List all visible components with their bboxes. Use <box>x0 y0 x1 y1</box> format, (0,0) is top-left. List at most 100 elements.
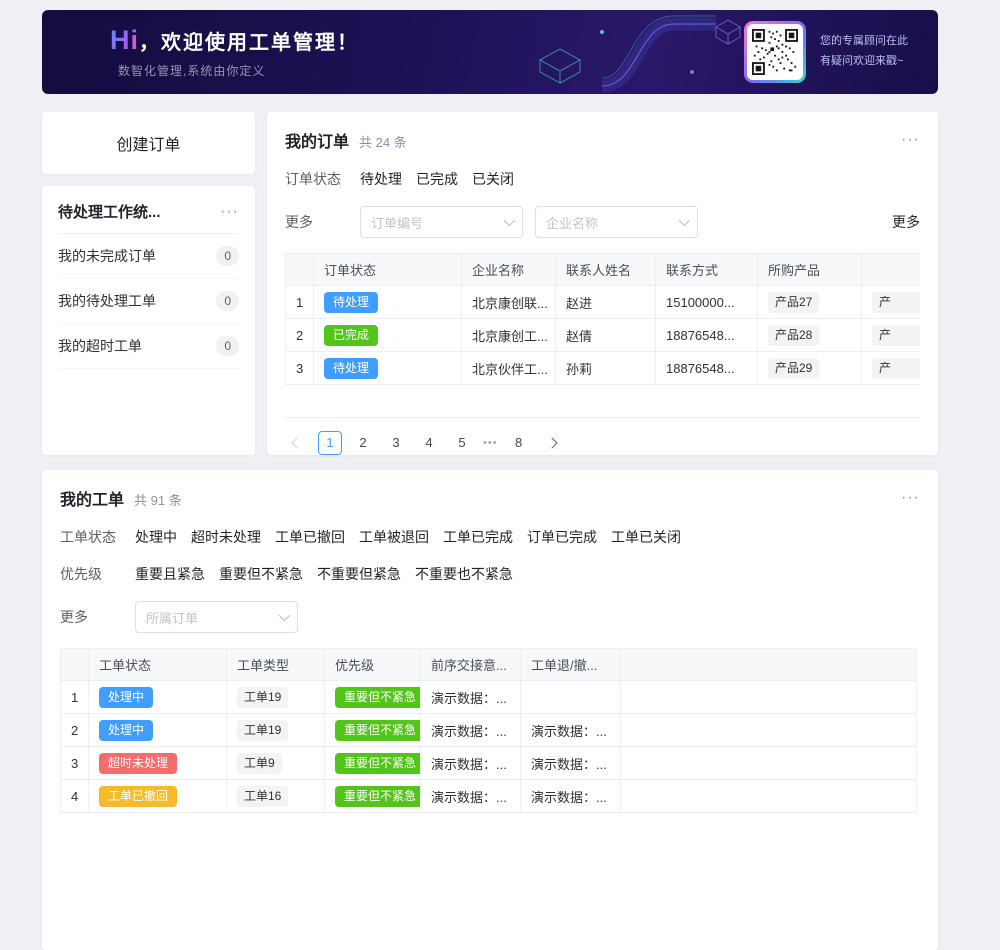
handover-cell: 演示数据：... <box>421 681 521 714</box>
workorder-status-badge: 工单已撤回 <box>99 786 177 807</box>
stat-count-badge: 0 <box>216 291 239 311</box>
workorder-type-tag: 工单19 <box>237 720 288 741</box>
workorder-status-badge: 超时未处理 <box>99 753 177 774</box>
wo-status-order-done[interactable]: 订单已完成 <box>527 527 597 547</box>
orders-table: 订单状态 企业名称 联系人姓名 联系方式 所购产品 1 待处理 北京康创联.. <box>285 253 920 385</box>
order-row[interactable]: 3 待处理 北京伙伴工... 孙莉 18876548... 产品29 产 <box>286 352 921 385</box>
workorder-row[interactable]: 2 处理中 工单19 重要但不紧急 演示数据：... 演示数据：... <box>61 714 917 747</box>
product-tag: 产品27 <box>768 292 819 313</box>
order-status-badge: 待处理 <box>324 358 378 379</box>
order-status-option-closed[interactable]: 已关闭 <box>472 169 514 189</box>
handover-cell: 演示数据：... <box>421 780 521 813</box>
priority-not-important-not-urgent[interactable]: 不重要也不紧急 <box>415 564 513 584</box>
wo-status-returned[interactable]: 工单被退回 <box>359 527 429 547</box>
workorder-status-filter-label: 工单状态 <box>60 527 135 547</box>
left-sidebar: 创建订单 待处理工作统... ··· 我的未完成订单 0 我的待处理工单 0 我… <box>42 112 255 455</box>
pagination-next-icon[interactable] <box>540 431 564 455</box>
company-cell: 北京伙伴工... <box>462 352 556 385</box>
orders-table-header-row: 订单状态 企业名称 联系人姓名 联系方式 所购产品 <box>286 254 921 286</box>
withdraw-cell: 演示数据：... <box>521 747 621 780</box>
order-row[interactable]: 2 已完成 北京康创工... 赵倩 18876548... 产品28 产 <box>286 319 921 352</box>
pagination-page-5[interactable]: 5 <box>450 431 474 455</box>
pagination-page-4[interactable]: 4 <box>417 431 441 455</box>
banner-consultant-block: 您的专属顾问在此 有疑问欢迎来戳~ <box>744 21 908 83</box>
wo-status-processing[interactable]: 处理中 <box>135 527 177 547</box>
col-wo-status: 工单状态 <box>89 649 227 681</box>
workorder-row[interactable]: 3 超时未处理 工单9 重要但不紧急 演示数据：... 演示数据：... <box>61 747 917 780</box>
wo-status-closed[interactable]: 工单已关闭 <box>611 527 681 547</box>
consultant-text-line2: 有疑问欢迎来戳~ <box>820 52 908 72</box>
priority-important-urgent[interactable]: 重要且紧急 <box>135 564 205 584</box>
contact-cell: 孙莉 <box>556 352 656 385</box>
col-wo-withdraw: 工单退/撤... <box>521 649 621 681</box>
phone-cell: 18876548... <box>656 319 758 352</box>
create-order-button[interactable]: 创建订单 <box>42 112 255 174</box>
pagination-prev-icon[interactable] <box>285 431 309 455</box>
banner-subtitle: 数智化管理,系统由你定义 <box>118 62 359 79</box>
priority-badge: 重要但不紧急 <box>335 786 421 807</box>
withdraw-cell: 演示数据：... <box>521 714 621 747</box>
parent-order-select[interactable]: 所属订单 <box>135 601 298 633</box>
orders-more-icon[interactable]: ··· <box>901 132 920 148</box>
orders-more-filter-row: 更多 订单编号 企业名称 更多 <box>285 206 920 238</box>
stat-unfinished-orders[interactable]: 我的未完成订单 0 <box>58 234 239 279</box>
orders-more-link[interactable]: 更多 <box>892 212 920 232</box>
workorders-more-filter-row: 更多 所属订单 <box>60 601 920 633</box>
workorders-table-header-row: 工单状态 工单类型 优先级 前序交接意... 工单退/撤... <box>61 649 917 681</box>
priority-filter-row: 优先级 重要且紧急 重要但不紧急 不重要但紧急 不重要也不紧急 <box>60 564 920 584</box>
stat-count-badge: 0 <box>216 336 239 356</box>
priority-not-important-urgent[interactable]: 不重要但紧急 <box>317 564 401 584</box>
product-tag: 产品29 <box>768 358 819 379</box>
pagination-page-1[interactable]: 1 <box>318 431 342 455</box>
pagination-page-3[interactable]: 3 <box>384 431 408 455</box>
workorder-row[interactable]: 1 处理中 工单19 重要但不紧急 演示数据：... <box>61 681 917 714</box>
pagination-page-2[interactable]: 2 <box>351 431 375 455</box>
orders-panel-title: 我的订单 <box>285 128 349 152</box>
create-order-label: 创建订单 <box>116 131 180 155</box>
my-workorders-panel: 我的工单 共 91 条 ··· 工单状态 处理中 超时未处理 工单已撤回 工单被… <box>42 470 938 950</box>
workorders-more-icon[interactable]: ··· <box>901 490 920 506</box>
phone-cell: 18876548... <box>656 352 758 385</box>
col-products: 所购产品 <box>758 254 862 286</box>
product-tag: 产品28 <box>768 325 819 346</box>
workorder-status-badge: 处理中 <box>99 720 153 741</box>
orders-table-empty-area <box>285 385 920 418</box>
workorder-row[interactable]: 4 工单已撤回 工单16 重要但不紧急 演示数据：... 演示数据：... <box>61 780 917 813</box>
workorders-more-filter-label: 更多 <box>60 607 135 627</box>
col-contact: 联系人姓名 <box>556 254 656 286</box>
page: Hi ，欢迎使用工单管理！ 数智化管理,系统由你定义 <box>0 0 1000 950</box>
banner-title: Hi ，欢迎使用工单管理！ <box>110 25 359 56</box>
priority-important-not-urgent[interactable]: 重要但不紧急 <box>219 564 303 584</box>
withdraw-cell: 演示数据：... <box>521 780 621 813</box>
pagination-more-icon[interactable]: ••• <box>483 437 498 449</box>
handover-cell: 演示数据：... <box>421 747 521 780</box>
order-status-option-done[interactable]: 已完成 <box>416 169 458 189</box>
workorder-type-tag: 工单19 <box>237 687 288 708</box>
my-orders-panel: 我的订单 共 24 条 ··· 订单状态 待处理 已完成 已关闭 更多 订单编号… <box>267 112 938 455</box>
order-status-filter-label: 订单状态 <box>285 169 360 189</box>
handover-cell: 演示数据：... <box>421 714 521 747</box>
workorders-count: 共 91 条 <box>134 490 182 509</box>
stat-count-badge: 0 <box>216 246 239 266</box>
order-status-badge: 待处理 <box>324 292 378 313</box>
wo-status-withdrawn[interactable]: 工单已撤回 <box>275 527 345 547</box>
pagination-page-last[interactable]: 8 <box>507 431 531 455</box>
stat-pending-workorders[interactable]: 我的待处理工单 0 <box>58 279 239 324</box>
orders-pagination: 1 2 3 4 5 ••• 8 <box>285 431 920 455</box>
order-row[interactable]: 1 待处理 北京康创联... 赵进 15100000... 产品27 产 <box>286 286 921 319</box>
workorder-status-badge: 处理中 <box>99 687 153 708</box>
wo-status-overtime[interactable]: 超时未处理 <box>191 527 261 547</box>
stat-overtime-workorders[interactable]: 我的超时工单 0 <box>58 324 239 369</box>
order-number-select[interactable]: 订单编号 <box>360 206 523 238</box>
order-status-option-pending[interactable]: 待处理 <box>360 169 402 189</box>
wo-status-done[interactable]: 工单已完成 <box>443 527 513 547</box>
parent-order-placeholder: 所属订单 <box>146 608 198 627</box>
banner-text-block: Hi ，欢迎使用工单管理！ 数智化管理,系统由你定义 <box>110 25 359 79</box>
col-wo-priority: 优先级 <box>325 649 421 681</box>
chevron-down-icon <box>679 215 690 226</box>
stats-more-icon[interactable]: ··· <box>220 204 239 220</box>
priority-badge: 重要但不紧急 <box>335 687 421 708</box>
contact-cell: 赵倩 <box>556 319 656 352</box>
orders-count: 共 24 条 <box>359 132 407 151</box>
company-name-select[interactable]: 企业名称 <box>535 206 698 238</box>
